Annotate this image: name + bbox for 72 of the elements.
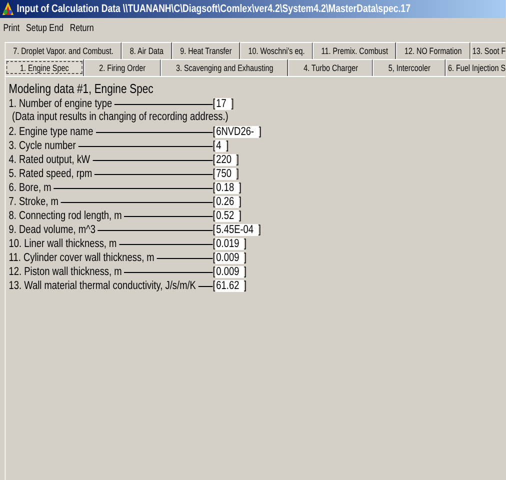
tab[interactable]: 11. Premix. Combust [313,42,396,59]
tab[interactable]: 3. Scavenging and Exhausting [160,59,288,76]
tab[interactable]: 9. Heat Transfer [172,42,240,59]
field-label: 13. Wall material thermal conductivity, J/s/m/K [8,280,196,292]
input-field[interactable]: 6NVD26- [215,126,259,138]
bracket-text: ] [236,168,239,180]
bracket-text: [ [212,98,216,110]
window-title: Input of Calculation Data \\TUANANH\C\Diagsoft\Comlex\ver4.2\System4.2\MasterData\spec.17 [16,3,410,15]
bracket-text: ] [226,140,229,152]
bracket-text: [ [212,154,216,166]
tab[interactable]: 5, Intercooler [373,59,446,76]
tab[interactable]: 2. Firing Order [84,59,161,76]
input-field[interactable]: 0.019 [215,238,244,250]
bracket-text: ] [244,266,247,278]
field-label: 4. Rated output, kW [8,154,90,166]
input-field[interactable]: 220 [215,154,236,166]
section-heading: Modeling data #1, Engine Spec [8,81,154,96]
tab[interactable]: 12. NO Formation [396,42,470,59]
input-field[interactable]: 0.009 [215,252,244,264]
tab[interactable]: 7. Droplet Vapor. and Combust. [4,42,122,59]
tab[interactable]: 4. Turbo Charger [288,59,374,76]
bracket-text: ] [238,196,242,208]
menu-item[interactable]: Print [3,22,20,34]
tab[interactable]: 1. Engine Spec [4,59,84,76]
bracket-text: [ [212,280,216,292]
bracket-text: [ [212,182,216,194]
input-field[interactable]: 0.52 [215,210,239,222]
bracket-text: ] [238,210,242,222]
input-field[interactable]: 5.45E-04 [215,224,258,236]
bracket-text: [ [212,238,216,250]
input-field[interactable]: 4 [215,140,226,152]
input-field[interactable]: 61.62 [215,280,244,292]
bracket-text: [ [212,224,216,236]
input-field[interactable]: 17 [215,98,232,110]
field-label: 3. Cycle number [8,140,76,152]
field-label: 9. Dead volume, m^3 [8,224,96,236]
field-label: 6. Bore, m [8,182,52,194]
bracket-text: ] [244,280,247,292]
input-field[interactable]: 750 [215,168,236,180]
bracket-text: [ [212,126,216,138]
field-label: 2. Engine type name [8,126,94,138]
bracket-text: ] [231,98,234,110]
bracket-text: ] [238,182,242,194]
tab[interactable]: 8. Air Data [122,42,172,59]
field-label: 5. Rated speed, rpm [8,168,92,180]
bracket-text: ] [258,224,261,236]
bracket-text: ] [258,126,262,138]
input-field[interactable]: 0.009 [215,266,244,278]
menu-item[interactable]: Setup End [26,22,64,34]
bracket-text: [ [212,196,216,208]
tab[interactable]: 6. Fuel Injection S [446,59,506,76]
field-label: 1. Number of engine type [8,98,112,110]
bracket-text: ] [244,238,247,250]
note-text: (Data input results in changing of recording address.) [11,111,230,125]
input-field[interactable]: 0.18 [215,182,239,194]
bracket-text: [ [212,168,216,180]
bracket-text: [ [212,140,216,152]
field-label: 11. Cylinder cover wall thickness, m [8,252,154,264]
menu-item[interactable]: Return [70,22,94,34]
tab[interactable]: 10. Woschni's eq. [240,42,313,59]
bracket-text: [ [212,210,216,222]
bracket-text: [ [212,252,216,264]
app-icon [2,1,14,17]
input-field[interactable]: 0.26 [215,196,239,208]
field-label: 8. Connecting rod length, m [8,210,122,222]
bracket-text: [ [212,266,216,278]
field-label: 10. Liner wall thickness, m [8,238,117,250]
bracket-text: ] [244,252,247,264]
tab[interactable]: 13. Soot F [470,42,506,59]
field-label: 7. Stroke, m [8,196,58,208]
field-label: 12. Piston wall thickness, m [8,266,122,278]
bracket-text: ] [236,154,239,166]
